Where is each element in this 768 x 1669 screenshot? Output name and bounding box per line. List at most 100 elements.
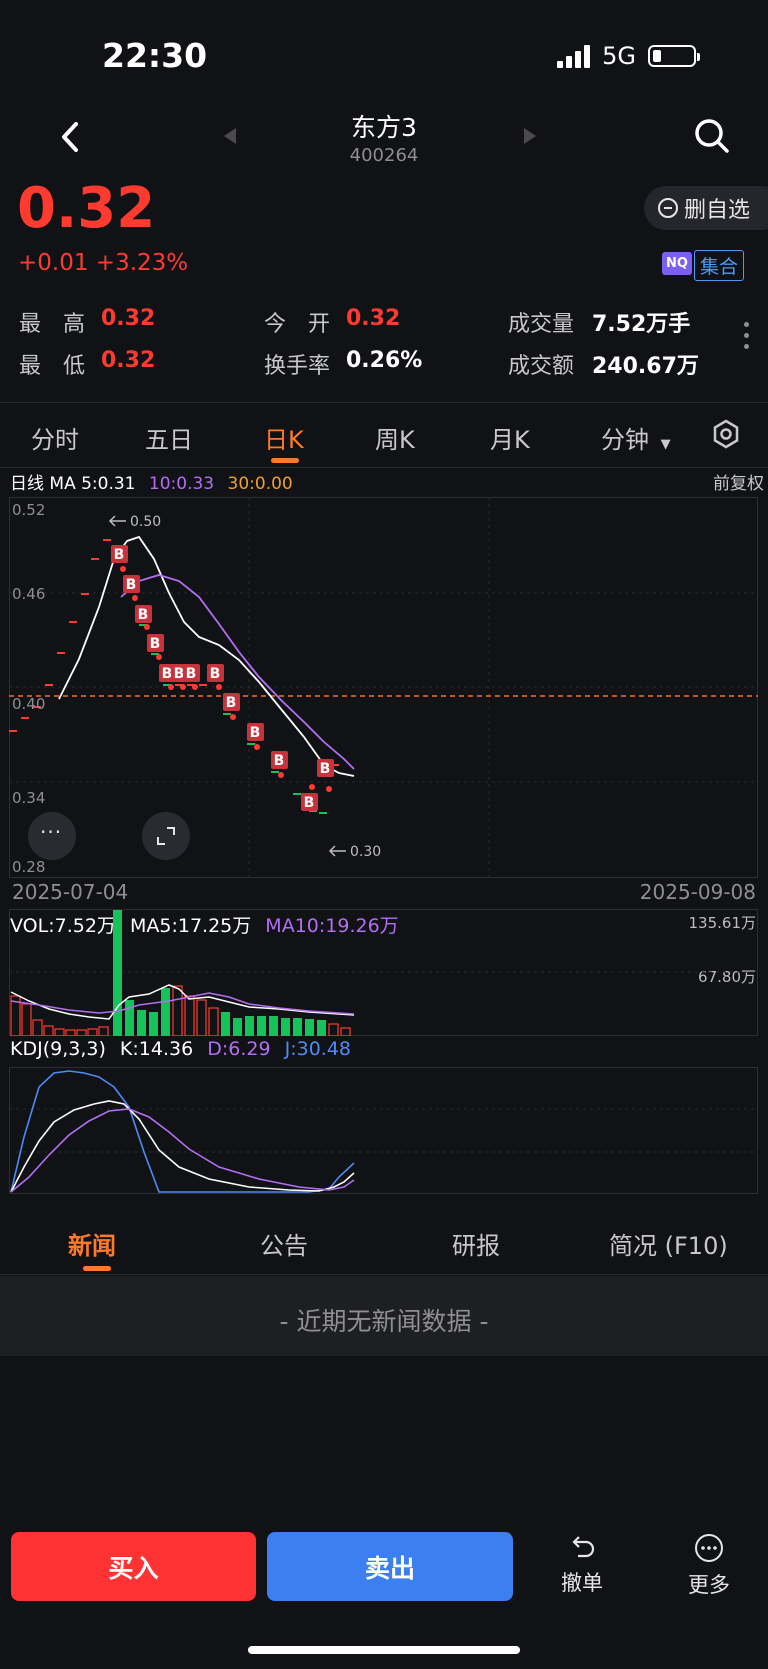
stock-name: 东方3 bbox=[351, 113, 417, 142]
buy-signal-label: B bbox=[274, 753, 285, 769]
more-button[interactable]: 更多 bbox=[664, 1532, 754, 1599]
tab-news[interactable]: 新闻 bbox=[68, 1226, 116, 1261]
volume-bar bbox=[221, 1012, 230, 1036]
date-start: 2025-07-04 bbox=[12, 880, 129, 904]
volume-bar bbox=[208, 1007, 219, 1036]
buy-signal-label: B bbox=[210, 666, 221, 682]
ma-legend: 日线 MA 5:0.31 10:0.33 30:0.00 bbox=[10, 469, 293, 494]
tab-announcements[interactable]: 公告 bbox=[260, 1226, 308, 1261]
buy-signal-label: B bbox=[250, 725, 261, 741]
buy-signal-label: B bbox=[174, 666, 185, 682]
search-icon[interactable] bbox=[692, 116, 732, 156]
y-label-3: 0.40 bbox=[12, 695, 46, 713]
tab-weekly-k[interactable]: 周K bbox=[375, 420, 415, 455]
kdj-legend: KDJ(9,3,3) K:14.36 D:6.29 J:30.48 bbox=[10, 1038, 351, 1060]
more-options-button[interactable]: ··· bbox=[28, 812, 76, 860]
volume-bar bbox=[21, 1003, 32, 1036]
volume-bar bbox=[113, 910, 122, 1036]
buy-button[interactable]: 买入 bbox=[11, 1532, 256, 1601]
volume-chart bbox=[9, 910, 758, 1036]
volume-bar bbox=[32, 1019, 43, 1036]
volume-bar bbox=[54, 1028, 65, 1036]
fullscreen-button[interactable] bbox=[142, 812, 190, 860]
low-marker-label: 0.30 bbox=[350, 844, 381, 860]
volume-bar bbox=[245, 1016, 254, 1036]
volume-bar bbox=[340, 1027, 351, 1036]
volume-bar bbox=[87, 1028, 98, 1036]
volume-bar bbox=[184, 995, 195, 1036]
caret-down-icon: ▼ bbox=[660, 437, 671, 452]
volume-bar bbox=[196, 999, 207, 1036]
volume-bar bbox=[161, 988, 170, 1036]
buy-signal-label: B bbox=[304, 795, 315, 811]
high-marker: 0.50 bbox=[108, 514, 161, 530]
minus-circle-icon bbox=[658, 198, 678, 218]
kline-chart: B B B B B B B B B B B B B 0.50 0.30 bbox=[9, 497, 758, 878]
low-value: 0.32 bbox=[101, 348, 156, 373]
tab-five-day[interactable]: 五日 bbox=[145, 420, 193, 455]
buy-signal-label: B bbox=[186, 666, 197, 682]
nq-badge: NQ bbox=[662, 252, 692, 275]
tab-f10[interactable]: 简况 (F10) bbox=[609, 1226, 728, 1261]
low-marker: 0.30 bbox=[328, 844, 381, 860]
next-stock-icon[interactable] bbox=[524, 128, 536, 144]
kdj-title: KDJ(9,3,3) bbox=[10, 1038, 106, 1060]
tab-monthly-k[interactable]: 月K bbox=[490, 420, 530, 455]
volume-bar bbox=[233, 1018, 242, 1036]
volume-bar bbox=[328, 1023, 339, 1036]
more-vertical-icon[interactable] bbox=[744, 322, 749, 355]
cancel-order-button[interactable]: 撤单 bbox=[537, 1532, 627, 1597]
volume-bar bbox=[305, 1019, 314, 1036]
remove-watchlist-button[interactable]: 删自选 bbox=[644, 186, 768, 230]
buy-signal-label: B bbox=[126, 577, 137, 593]
tab-minute[interactable]: 分钟 ▼ bbox=[601, 420, 671, 455]
volume-bar bbox=[269, 1016, 278, 1036]
volume-bar bbox=[172, 985, 183, 1036]
volume-bar bbox=[317, 1020, 326, 1036]
battery-icon bbox=[648, 45, 700, 67]
high-value: 0.32 bbox=[101, 306, 156, 331]
remove-watchlist-label: 删自选 bbox=[684, 198, 751, 223]
tab-timeshare[interactable]: 分时 bbox=[31, 420, 79, 455]
buy-signal-label: B bbox=[150, 636, 161, 652]
amount-label: 成交额 bbox=[508, 354, 575, 379]
volume-bar bbox=[137, 1010, 146, 1036]
ma10-line bbox=[120, 574, 355, 770]
date-end: 2025-09-08 bbox=[639, 880, 756, 904]
buy-signal-label: B bbox=[162, 666, 173, 682]
volume-bars bbox=[10, 910, 351, 1036]
market-badge: 集合 bbox=[694, 250, 745, 281]
low-label: 最 低 bbox=[19, 354, 86, 379]
current-price: 0.32 bbox=[17, 176, 156, 241]
home-indicator bbox=[248, 1646, 520, 1654]
ma10-value: 10:0.33 bbox=[148, 474, 215, 494]
volume-bar bbox=[149, 1012, 158, 1036]
kdj-j-line bbox=[10, 1070, 355, 1193]
y-label-min: 0.28 bbox=[12, 858, 46, 876]
news-empty-text: - 近期无新闻数据 - bbox=[279, 1307, 489, 1336]
kdj-j: J:30.48 bbox=[284, 1038, 352, 1060]
adjust-mode[interactable]: 前复权 bbox=[713, 469, 764, 494]
stock-code: 400264 bbox=[349, 145, 419, 166]
tab-daily-k[interactable]: 日K bbox=[264, 420, 304, 455]
volume-bar bbox=[43, 1025, 54, 1036]
buy-signal-label: B bbox=[114, 547, 125, 563]
y-label-2: 0.46 bbox=[12, 585, 46, 603]
high-label: 最 高 bbox=[19, 312, 86, 337]
sell-button[interactable]: 卖出 bbox=[267, 1532, 513, 1601]
signal-icon bbox=[557, 44, 591, 68]
tab-research[interactable]: 研报 bbox=[452, 1226, 500, 1261]
volume-bar bbox=[257, 1016, 266, 1036]
kdj-d-line bbox=[10, 1108, 355, 1193]
volume-bar bbox=[281, 1018, 290, 1036]
turnover-label: 换手率 bbox=[264, 354, 331, 379]
buy-signal-label: B bbox=[138, 607, 149, 623]
open-label: 今 开 bbox=[264, 312, 331, 337]
kdj-chart bbox=[9, 1070, 758, 1193]
status-icons: 5G bbox=[557, 42, 700, 70]
buy-signal-markers: B B B B B B B B B B B B B bbox=[111, 545, 334, 811]
price-change: +0.01 +3.23% bbox=[18, 250, 189, 276]
high-marker-label: 0.50 bbox=[130, 514, 161, 530]
amount-value: 240.67万 bbox=[592, 354, 699, 379]
settings-icon[interactable] bbox=[710, 418, 742, 450]
